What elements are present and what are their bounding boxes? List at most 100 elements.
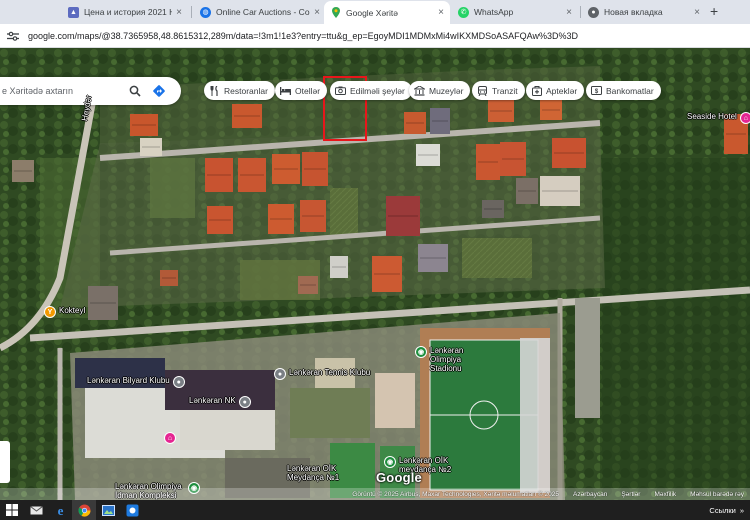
tab-title: Новая вкладка: [604, 7, 663, 17]
chip-label: Tranzit: [492, 85, 518, 96]
tab-strip: ▲ Цена и история 2021 Honda × ◍ Online C…: [0, 0, 750, 24]
windows-taskbar: e Ссылки »: [0, 500, 750, 520]
stadium-pin-icon: ◉: [384, 456, 396, 468]
close-tab-icon[interactable]: ×: [438, 7, 444, 18]
poi-tennis-club[interactable]: ● Lənkəran Tennis Klubu: [274, 368, 370, 380]
svg-text:$: $: [595, 89, 599, 95]
hotel-pin-icon: ⌂: [739, 112, 750, 124]
stadium-pin-icon: ◉: [415, 346, 427, 358]
chip-label: Edilməli şeylər: [350, 85, 405, 96]
chip-things-to-do[interactable]: Edilməli şeylər: [330, 81, 412, 100]
poi-label: Lənkəran Olimpiya Stadionu: [430, 346, 464, 373]
svg-text:e: e: [57, 504, 63, 517]
address-bar[interactable]: google.com/maps/@38.7365958,48.8615312,2…: [0, 24, 750, 48]
tab-title: Google Xəritə: [346, 7, 398, 18]
chip-hotels[interactable]: Otellər: [275, 81, 328, 100]
side-panel-collapse-tab[interactable]: [0, 441, 10, 483]
chip-label: Bankomatlar: [606, 85, 654, 96]
chip-label: Apteklər: [546, 85, 578, 96]
url-text[interactable]: google.com/maps/@38.7365958,48.8615312,2…: [28, 31, 578, 41]
tab-new-tab[interactable]: ● Новая вкладка ×: [582, 2, 706, 22]
image-viewer-button[interactable]: [96, 500, 120, 520]
poi-kokteyl[interactable]: Y Kokteyl: [44, 306, 85, 318]
car-history-icon: ▲: [68, 6, 79, 18]
privacy-link[interactable]: Məxfilik: [654, 491, 676, 498]
poi-label: Kokteyl: [59, 306, 86, 315]
poi-label: Seaside Hotel: [687, 112, 737, 121]
poi-bilyard-club[interactable]: Lənkəran Bilyard Klubu ●: [84, 376, 185, 388]
close-tab-icon[interactable]: ×: [694, 7, 700, 18]
place-pin-icon: ●: [238, 396, 251, 408]
feedback-link[interactable]: Məhsul barədə rəy: [690, 491, 744, 498]
map-search-input[interactable]: [2, 86, 122, 96]
imagery-attribution: Görüntü © 2025 Airbus, Maxar Technologie…: [352, 490, 559, 498]
atm-icon: $: [591, 85, 602, 96]
poi-olympic-field-1[interactable]: Lənkəran OİK Meydança №1: [284, 464, 347, 482]
poi-olympic-stadium[interactable]: ◉ Lənkəran Olimpiya Stadionu: [415, 346, 484, 373]
house-roofs-layer: [12, 100, 748, 320]
google-maps-icon: [330, 7, 341, 18]
links-toolbar[interactable]: Ссылки: [709, 506, 735, 515]
pharmacy-icon: [531, 85, 542, 96]
terms-link[interactable]: Şərtlər: [621, 491, 640, 498]
tab-title: Цена и история 2021 Honda: [84, 7, 172, 17]
edge-button[interactable]: e: [48, 500, 72, 520]
museum-icon: [414, 85, 425, 96]
edge-icon: e: [57, 504, 63, 517]
region-link[interactable]: Azərbaycan: [573, 491, 607, 498]
tab-title: Online Car Auctions - Copart: [216, 7, 310, 17]
google-logo: Google: [376, 470, 422, 485]
tray-expand-icon[interactable]: »: [740, 506, 744, 515]
start-button[interactable]: [0, 500, 24, 520]
chrome-icon: [77, 504, 90, 517]
chip-museums[interactable]: Muzeylər: [409, 81, 471, 100]
chrome-icon: ●: [588, 6, 599, 18]
tab-copart[interactable]: ◍ Online Car Auctions - Copart ×: [194, 2, 326, 22]
mail-icon: [29, 505, 43, 514]
new-tab-button[interactable]: +: [710, 3, 718, 19]
site-settings-icon[interactable]: [6, 29, 20, 43]
whatsapp-icon: ✆: [458, 6, 469, 18]
chip-label: Otellər: [295, 85, 321, 96]
poi-lankaran-nk[interactable]: Lənkəran NK ●: [186, 396, 251, 408]
map-attribution-bar: Görüntü © 2025 Airbus, Maxar Technologie…: [0, 488, 750, 500]
hotel-pin-icon[interactable]: ⌂: [164, 432, 176, 444]
mail-app-button[interactable]: [24, 500, 48, 520]
close-tab-icon[interactable]: ×: [176, 7, 182, 18]
tab-separator: [191, 6, 192, 18]
tab-whatsapp[interactable]: ✆ WhatsApp ×: [452, 2, 578, 22]
bed-icon: [280, 85, 291, 96]
tab-title: WhatsApp: [474, 7, 514, 17]
chip-atms[interactable]: $ Bankomatlar: [586, 81, 661, 100]
chrome-button[interactable]: [72, 500, 96, 520]
app-icon: [126, 504, 138, 516]
poi-seaside-hotel[interactable]: Seaside Hotel ⌂: [684, 112, 750, 124]
satellite-map[interactable]: Restoranlar Otellər Edilməli şeylər Muze…: [0, 48, 750, 500]
taskbar-tray: Ссылки »: [709, 500, 744, 520]
app-button[interactable]: [120, 500, 144, 520]
tab-honda-history[interactable]: ▲ Цена и история 2021 Honda ×: [62, 2, 188, 22]
windows-logo-icon: [6, 504, 18, 516]
transit-icon: [477, 85, 488, 96]
camera-icon: [335, 85, 346, 96]
chip-restaurants[interactable]: Restoranlar: [204, 81, 275, 100]
chip-pharmacies[interactable]: Apteklər: [526, 81, 585, 100]
image-icon: [101, 504, 115, 516]
tab-google-maps[interactable]: Google Xəritə ×: [324, 1, 450, 24]
poi-label: Lənkəran OİK Meydança №1: [287, 464, 340, 482]
chip-transit[interactable]: Tranzit: [472, 81, 525, 100]
directions-icon[interactable]: [152, 84, 166, 98]
poi-label: Lənkəran NK: [189, 396, 236, 405]
search-icon[interactable]: [128, 84, 142, 98]
chip-label: Restoranlar: [224, 85, 268, 96]
poi-label: Lənkəran Tennis Klubu: [289, 368, 371, 377]
chip-label: Muzeylər: [429, 85, 464, 96]
tab-separator: [580, 6, 581, 18]
drink-pin-icon: Y: [44, 306, 56, 318]
close-tab-icon[interactable]: ×: [314, 7, 320, 18]
place-pin-icon: ●: [274, 368, 286, 380]
place-pin-icon: ●: [172, 376, 185, 388]
restaurant-icon: [209, 85, 220, 96]
close-tab-icon[interactable]: ×: [566, 7, 572, 18]
globe-icon: ◍: [200, 6, 211, 18]
